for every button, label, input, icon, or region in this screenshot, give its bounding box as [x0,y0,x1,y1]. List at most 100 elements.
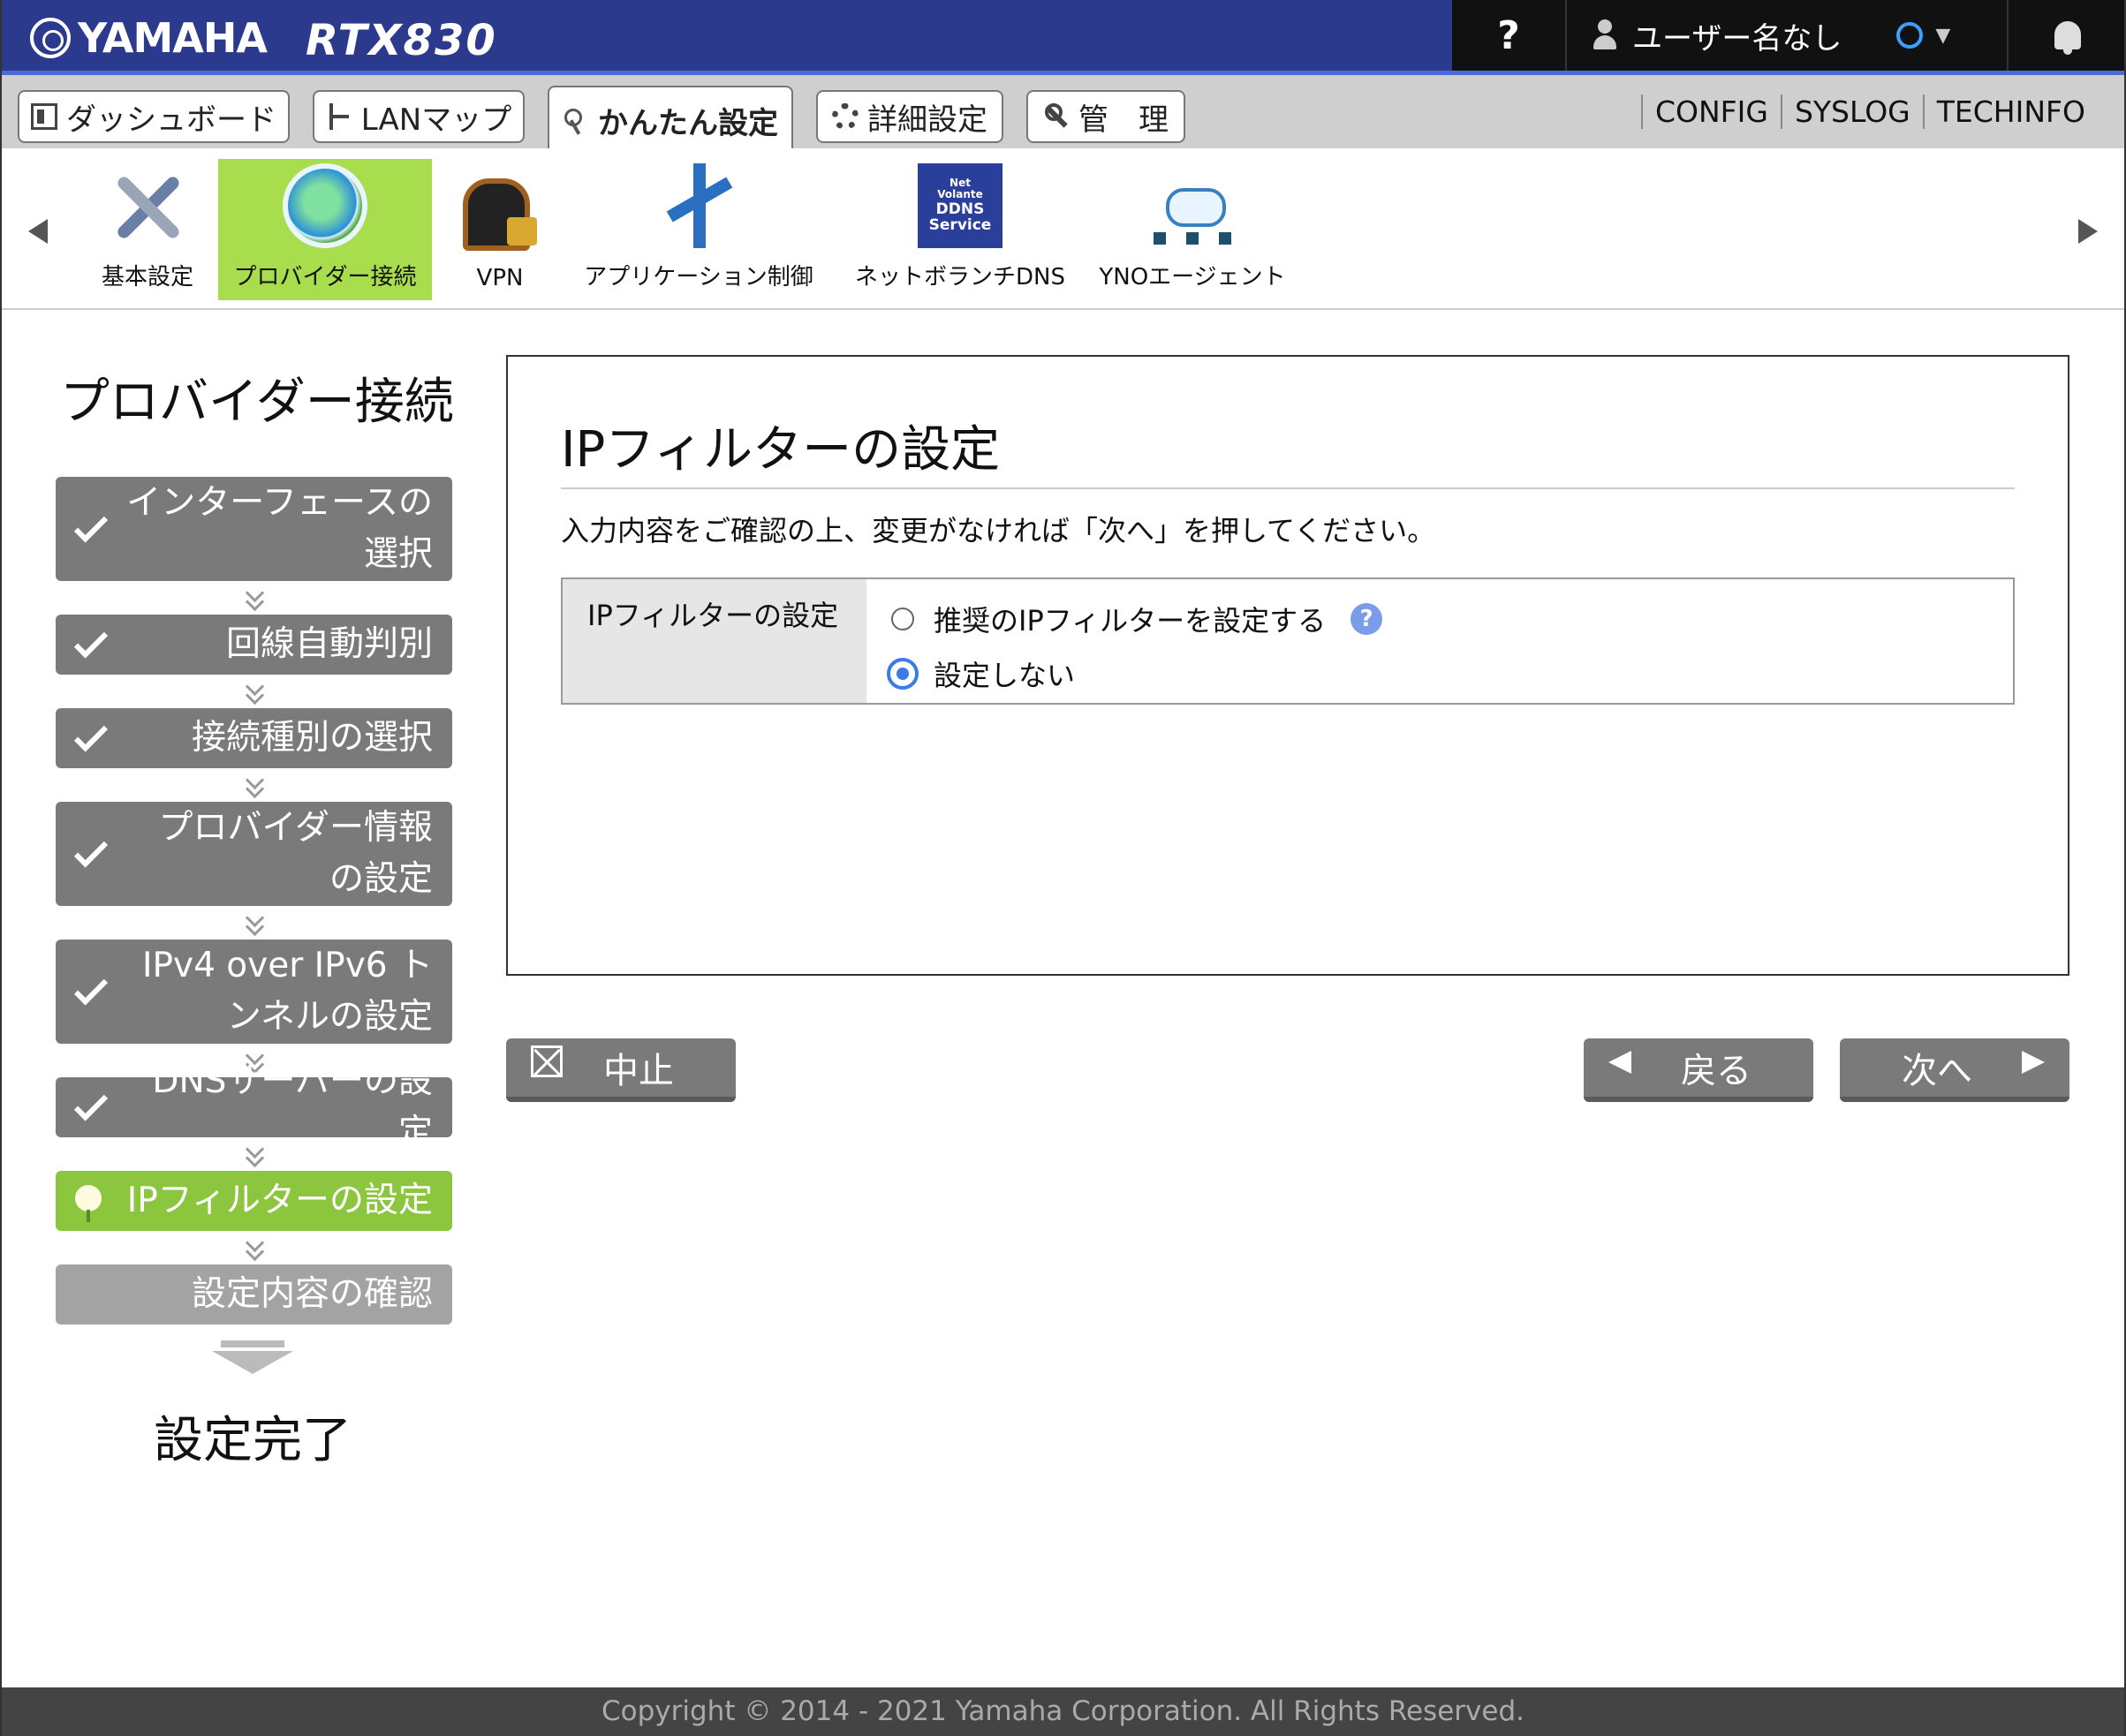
tab-dashboard[interactable]: ダッシュボード [18,90,290,143]
menu-item-label: プロバイダー接続 [233,264,417,291]
back-button[interactable]: 戻る [1584,1038,1813,1102]
vpn-lock-icon [458,170,542,254]
double-chevron-down-icon [245,1238,264,1257]
tab-label: LANマップ [360,102,512,138]
option-label: 設定しない [934,659,1076,692]
menu-item-netvolante-dns[interactable]: Net Volante DDNS Service ネットボランチDNS [850,159,1071,300]
status-ring-icon [1896,22,1924,49]
menu-item-label: YNOエージェント [1099,264,1286,291]
menu-item-label: VPN [476,265,524,291]
ddns-icon: Net Volante DDNS Service [918,163,1002,248]
tuning-fork-emblem-icon [30,18,71,58]
step-label: プロバイダー情報の設定 [158,807,433,900]
tab-lan-map[interactable]: LANマップ [313,90,525,143]
field-label: IPフィルターの設定 [563,579,866,703]
menu-item-vpn[interactable]: VPN [447,159,553,300]
arrow-down-icon [212,1340,293,1379]
yamaha-logo: YAMAHA [30,14,268,62]
tab-advanced-settings[interactable]: 詳細設定 [816,90,1003,143]
menu-item-basic-settings[interactable]: 基本設定 [88,159,207,300]
check-icon [73,1087,109,1121]
menu-item-label: ネットボランチDNS [855,264,1065,291]
techinfo-link[interactable]: TECHINFO [1922,94,2098,129]
menu-item-application-control[interactable]: アプリケーション制御 [579,159,818,300]
step-label: IPフィルターの設定 [126,1180,433,1220]
notification-button[interactable] [2009,0,2126,71]
check-icon [73,718,109,752]
menu-item-provider-connection[interactable]: プロバイダー接続 [218,159,432,300]
radio-button[interactable] [891,608,914,630]
tools-icon [105,163,190,248]
scroll-right-arrow-icon[interactable] [2078,219,2098,244]
brand-name: YAMAHA [78,14,268,62]
chevron-down-icon: ▼ [1935,24,1951,47]
ddns-badge-line: Service [928,216,992,235]
check-icon [73,971,109,1006]
tab-easy-setup[interactable]: かんたん設定 [548,86,793,153]
double-chevron-down-icon [245,1144,264,1164]
model-name: RTX830 [306,16,497,65]
triangle-right-icon [2022,1051,2045,1074]
cancel-button[interactable]: 中止 [506,1038,736,1102]
settings-panel: IPフィルターの設定 入力内容をご確認の上、変更がなければ「次へ」を押してくださ… [506,355,2069,976]
lan-map-icon [326,103,352,130]
wand-icon [563,107,589,133]
gear-icon [832,103,859,130]
option-label: 推奨のIPフィルターを設定する [934,604,1327,638]
double-chevron-down-icon [245,588,264,608]
tab-label: かんたん設定 [598,105,778,141]
help-question-icon[interactable]: ? [1351,603,1383,635]
wrench-icon [1043,103,1070,130]
tab-management[interactable]: 管 理 [1026,90,1185,143]
network-cloud-icon [1150,163,1235,248]
step-provider-info[interactable]: プロバイダー情報の設定 [56,802,452,906]
step-ipv4-over-ipv6-tunnel[interactable]: IPv4 over IPv6 トンネルの設定 [56,940,452,1044]
step-label: IPv4 over IPv6 トンネルの設定 [142,945,433,1038]
ddns-badge-line: DDNS [935,200,985,218]
user-name: ユーザー名なし [1632,20,1842,57]
top-header: YAMAHA RTX830 ? ユーザー名なし ▼ [0,0,2126,71]
step-line-auto-detect[interactable]: 回線自動判別 [56,615,452,675]
syslog-link[interactable]: SYSLOG [1780,94,1923,129]
tab-label: 管 理 [1078,102,1169,138]
next-button[interactable]: 次へ [1840,1038,2069,1102]
menu-item-label: 基本設定 [101,264,193,291]
panel-description: 入力内容をご確認の上、変更がなければ「次へ」を押してください。 [561,514,1436,547]
double-chevron-down-icon [245,682,264,701]
check-icon [73,624,109,659]
check-icon [73,834,109,868]
back-label: 戻る [1681,1051,1751,1091]
option-no-filter[interactable]: 設定しない [887,646,1988,701]
next-label: 次へ [1902,1051,1972,1091]
step-connection-type[interactable]: 接続種別の選択 [56,708,452,768]
app-control-icon [656,163,741,248]
step-ip-filter: IPフィルターの設定 [56,1171,452,1231]
step-label: DNSサーバーの設定 [152,1060,433,1153]
step-label: 回線自動判別 [225,623,433,664]
step-label: 接続種別の選択 [191,717,433,758]
menu-item-yno-agent[interactable]: YNOエージェント [1095,159,1290,300]
option-recommended-filter[interactable]: 推奨のIPフィルターを設定する ? [891,592,1988,646]
user-menu[interactable]: ユーザー名なし ▼ [1567,0,2009,71]
step-label: インターフェースの選択 [126,482,433,575]
double-chevron-down-icon [245,775,264,795]
scroll-left-arrow-icon[interactable] [28,219,48,244]
step-interface-selection[interactable]: インターフェースの選択 [56,477,452,581]
ddns-badge-line: Volante [937,188,983,201]
help-label: ? [1497,12,1520,58]
radio-button-selected[interactable] [887,658,919,690]
globe-icon [283,163,367,248]
ip-filter-options: 推奨のIPフィルターを設定する ? 設定しない [866,579,2013,703]
dashboard-icon [31,103,57,130]
bell-icon [2054,21,2081,55]
setup-complete-label: 設定完了 [154,1412,352,1469]
current-step-pin-icon [75,1185,102,1222]
config-link[interactable]: CONFIG [1640,94,1781,129]
step-dns-server[interactable]: DNSサーバーの設定 [56,1061,452,1152]
help-button[interactable]: ? [1452,0,1567,71]
close-box-icon [531,1045,563,1077]
step-confirm-settings: 設定内容の確認 [56,1264,452,1325]
sidebar-title: プロバイダー接続 [60,374,454,431]
title-divider [561,487,2015,489]
step-label: 設定内容の確認 [191,1273,433,1314]
